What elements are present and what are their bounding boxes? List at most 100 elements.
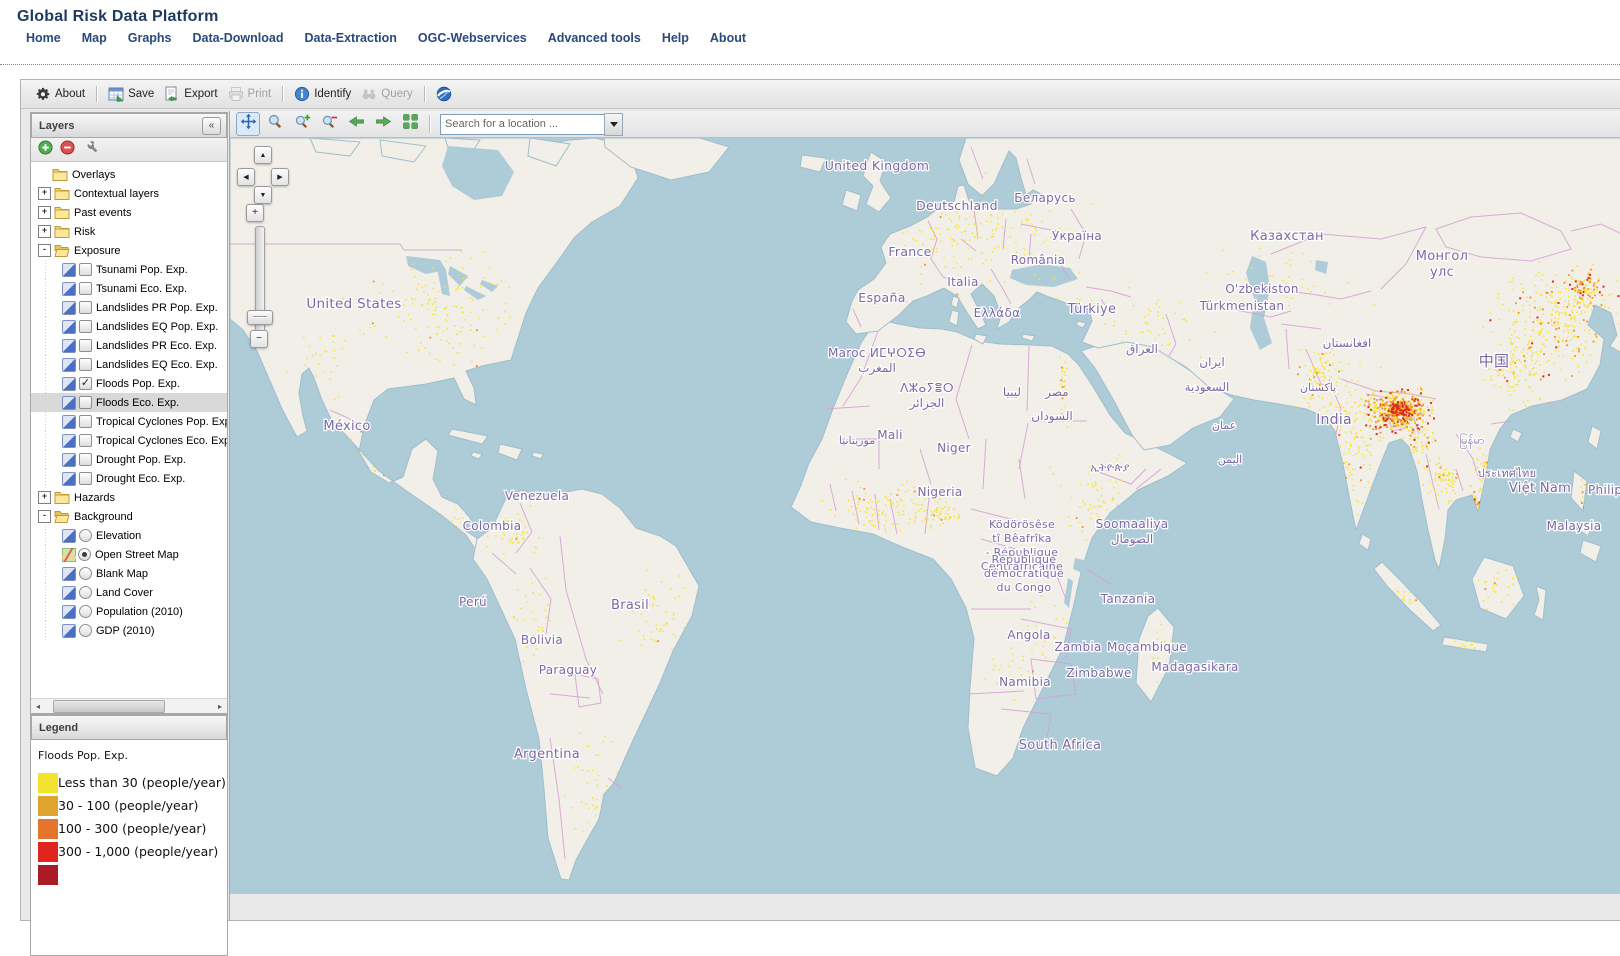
nav-item-advanced-tools[interactable]: Advanced tools [548, 31, 641, 45]
hscroll-right-arrow-icon[interactable]: ▸ [213, 702, 227, 711]
layer-checkbox[interactable] [79, 320, 92, 333]
tree-item-landslides-pr-eco-exp[interactable]: Landslides PR Eco. Exp. [31, 336, 227, 355]
pan-left-button[interactable]: ◀ [237, 168, 255, 186]
pan-up-button[interactable]: ▲ [254, 146, 272, 164]
layer-radio[interactable] [79, 567, 92, 580]
export-button[interactable]: Export [159, 84, 222, 104]
tree-item-population-2010[interactable]: Population (2010) [31, 602, 227, 621]
nav-item-home[interactable]: Home [26, 31, 61, 45]
layer-thumbnail-icon [62, 320, 76, 334]
tree-item-floods-eco-exp[interactable]: Floods Eco. Exp. [31, 393, 227, 412]
tree-item-overlays[interactable]: Overlays [31, 165, 227, 184]
layer-checkbox[interactable] [79, 434, 92, 447]
item-button[interactable] [431, 84, 457, 104]
tree-item-blank-map[interactable]: Blank Map [31, 564, 227, 583]
map-country-label: Nigeria [917, 485, 962, 499]
zoom-out-button[interactable]: − [250, 330, 268, 348]
remove-layer-button[interactable] [60, 140, 75, 160]
tree-item-hazards[interactable]: +Hazards [31, 488, 227, 507]
map-canvas[interactable]: United StatesMéxicoVenezuelaColombiaPerú… [230, 138, 1620, 894]
save-button[interactable]: Save [103, 84, 159, 104]
expander-plus-icon[interactable]: + [38, 225, 51, 238]
layer-radio[interactable] [79, 529, 92, 542]
layer-thumbnail-icon [62, 415, 76, 429]
nav-item-graphs[interactable]: Graphs [128, 31, 172, 45]
expander-minus-icon[interactable]: - [38, 510, 51, 523]
nav-item-help[interactable]: Help [662, 31, 689, 45]
add-layer-button[interactable] [38, 140, 53, 160]
tree-item-drought-pop-exp[interactable]: Drought Pop. Exp. [31, 450, 227, 469]
pan-tool-button[interactable] [236, 112, 260, 136]
layer-checkbox[interactable] [79, 282, 92, 295]
nav-item-data-download[interactable]: Data-Download [193, 31, 284, 45]
nav-item-map[interactable]: Map [82, 31, 107, 45]
tree-item-landslides-pr-pop-exp[interactable]: Landslides PR Pop. Exp. [31, 298, 227, 317]
tree-item-tropical-cyclones-pop-exp[interactable]: Tropical Cyclones Pop. Exp. [31, 412, 227, 431]
tree-item-land-cover[interactable]: Land Cover [31, 583, 227, 602]
prev-extent-tool-button[interactable] [344, 112, 368, 136]
collapse-panel-button[interactable]: « [202, 117, 221, 135]
zoom-in-tool-button[interactable] [290, 112, 314, 136]
tree-item-contextual-layers[interactable]: +Contextual layers [31, 184, 227, 203]
expander-minus-icon[interactable]: - [38, 244, 51, 257]
tree-item-drought-eco-exp[interactable]: Drought Eco. Exp. [31, 469, 227, 488]
layer-radio[interactable] [79, 605, 92, 618]
tree-item-gdp-2010[interactable]: GDP (2010) [31, 621, 227, 640]
layer-thumbnail-icon [62, 377, 76, 391]
expander-plus-icon[interactable]: + [38, 187, 51, 200]
tree-item-risk[interactable]: +Risk [31, 222, 227, 241]
map-country-label: Việt Nam [1509, 481, 1571, 496]
expander-plus-icon[interactable]: + [38, 206, 51, 219]
layer-checkbox[interactable] [79, 358, 92, 371]
tree-item-past-events[interactable]: +Past events [31, 203, 227, 222]
identify-button[interactable]: Identify [289, 84, 356, 104]
layer-radio[interactable] [79, 624, 92, 637]
pan-right-button[interactable]: ▶ [271, 168, 289, 186]
layer-checkbox[interactable] [79, 415, 92, 428]
layer-checkbox[interactable] [79, 396, 92, 409]
layer-checkbox[interactable] [79, 453, 92, 466]
nav-item-label: Graphs [128, 31, 172, 45]
tree-item-open-street-map[interactable]: Open Street Map [31, 545, 227, 564]
tree-item-tsunami-eco-exp[interactable]: Tsunami Eco. Exp. [31, 279, 227, 298]
hscroll-thumb[interactable] [53, 700, 165, 713]
tree-item-tsunami-pop-exp[interactable]: Tsunami Pop. Exp. [31, 260, 227, 279]
tree-item-label: Floods Pop. Exp. [96, 378, 180, 390]
pan-down-button[interactable]: ▼ [254, 186, 272, 204]
layer-checkbox[interactable] [79, 472, 92, 485]
layer-checkbox[interactable] [79, 263, 92, 276]
layer-settings-button[interactable] [82, 140, 97, 160]
tree-item-label: Landslides EQ Eco. Exp. [96, 359, 218, 371]
map-country-label: France [888, 244, 931, 259]
hscroll-left-arrow-icon[interactable]: ◂ [31, 702, 45, 711]
tree-item-elevation[interactable]: Elevation [31, 526, 227, 545]
tree-item-tropical-cyclones-eco-exp[interactable]: Tropical Cyclones Eco. Exp. [31, 431, 227, 450]
tree-item-background[interactable]: -Background [31, 507, 227, 526]
folder-icon [52, 168, 68, 181]
expander-plus-icon[interactable]: + [38, 491, 51, 504]
nav-item-about[interactable]: About [710, 31, 746, 45]
layer-checkbox[interactable] [79, 301, 92, 314]
map-country-label: Bolivia [521, 633, 563, 647]
zoom-out-tool-button[interactable] [317, 112, 341, 136]
tree-item-landslides-eq-pop-exp[interactable]: Landslides EQ Pop. Exp. [31, 317, 227, 336]
tree-item-exposure[interactable]: -Exposure [31, 241, 227, 260]
layer-checkbox[interactable]: ✓ [79, 377, 92, 390]
zoom-slider-thumb[interactable] [247, 310, 273, 325]
nav-item-ogc-webservices[interactable]: OGC-Webservices [418, 31, 527, 45]
search-input[interactable] [440, 114, 604, 135]
about-button[interactable]: About [30, 84, 90, 104]
layer-radio[interactable] [79, 586, 92, 599]
search-dropdown-button[interactable] [604, 113, 623, 136]
next-extent-tool-button[interactable] [371, 112, 395, 136]
tree-item-floods-pop-exp[interactable]: ✓ Floods Pop. Exp. [31, 374, 227, 393]
map-country-label: México [323, 419, 370, 434]
nav-item-data-extraction[interactable]: Data-Extraction [304, 31, 396, 45]
layer-checkbox[interactable] [79, 339, 92, 352]
tree-item-landslides-eq-eco-exp[interactable]: Landslides EQ Eco. Exp. [31, 355, 227, 374]
zoom-in-button[interactable]: + [246, 204, 264, 222]
zoom-window-tool-button[interactable] [263, 112, 287, 136]
layer-radio[interactable] [78, 548, 91, 561]
layers-tree-hscrollbar[interactable]: ◂ ▸ [31, 698, 227, 713]
max-extent-tool-button[interactable] [398, 112, 422, 136]
